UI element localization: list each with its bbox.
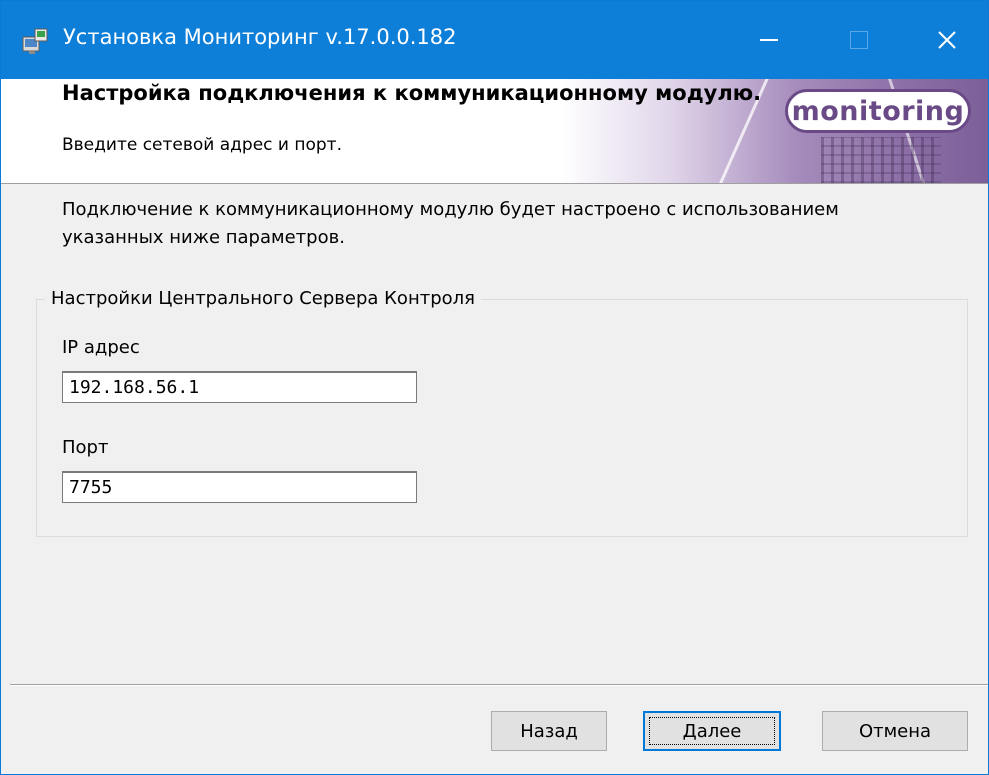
port-label: Порт (62, 437, 109, 458)
installer-window: Установка Мониторинг v.17.0.0.182 monito… (0, 0, 989, 775)
page-title: Настройка подключения к коммуникационном… (62, 81, 762, 105)
ip-address-label: IP адрес (62, 337, 140, 358)
cancel-button[interactable]: Отмена (822, 711, 968, 751)
header-banner: monitoring Настройка подключения к комму… (1, 79, 988, 184)
minimize-button[interactable] (729, 1, 809, 79)
close-icon (938, 31, 956, 49)
cancel-button-label: Отмена (858, 720, 932, 742)
footer-divider (10, 685, 988, 686)
close-button[interactable] (907, 1, 987, 79)
next-button[interactable]: Далее (643, 711, 781, 751)
back-button[interactable]: Назад (491, 711, 607, 751)
page-subtitle: Введите сетевой адрес и порт. (62, 135, 342, 155)
title-bar[interactable]: Установка Мониторинг v.17.0.0.182 (1, 1, 988, 79)
port-input[interactable] (62, 471, 417, 503)
minimize-icon (760, 39, 778, 41)
installer-icon (22, 28, 48, 54)
focus-rectangle (649, 717, 775, 745)
description-text: Подключение к коммуникационному модулю б… (62, 199, 839, 248)
maximize-icon (850, 31, 868, 49)
back-button-label: Назад (520, 720, 578, 742)
banner-decoration (821, 137, 941, 183)
window-title: Установка Мониторинг v.17.0.0.182 (63, 25, 457, 49)
maximize-button[interactable] (819, 1, 899, 79)
monitoring-logo: monitoring (785, 89, 971, 133)
group-legend: Настройки Центрального Сервера Контроля (45, 288, 481, 309)
ip-address-input[interactable] (62, 371, 417, 403)
